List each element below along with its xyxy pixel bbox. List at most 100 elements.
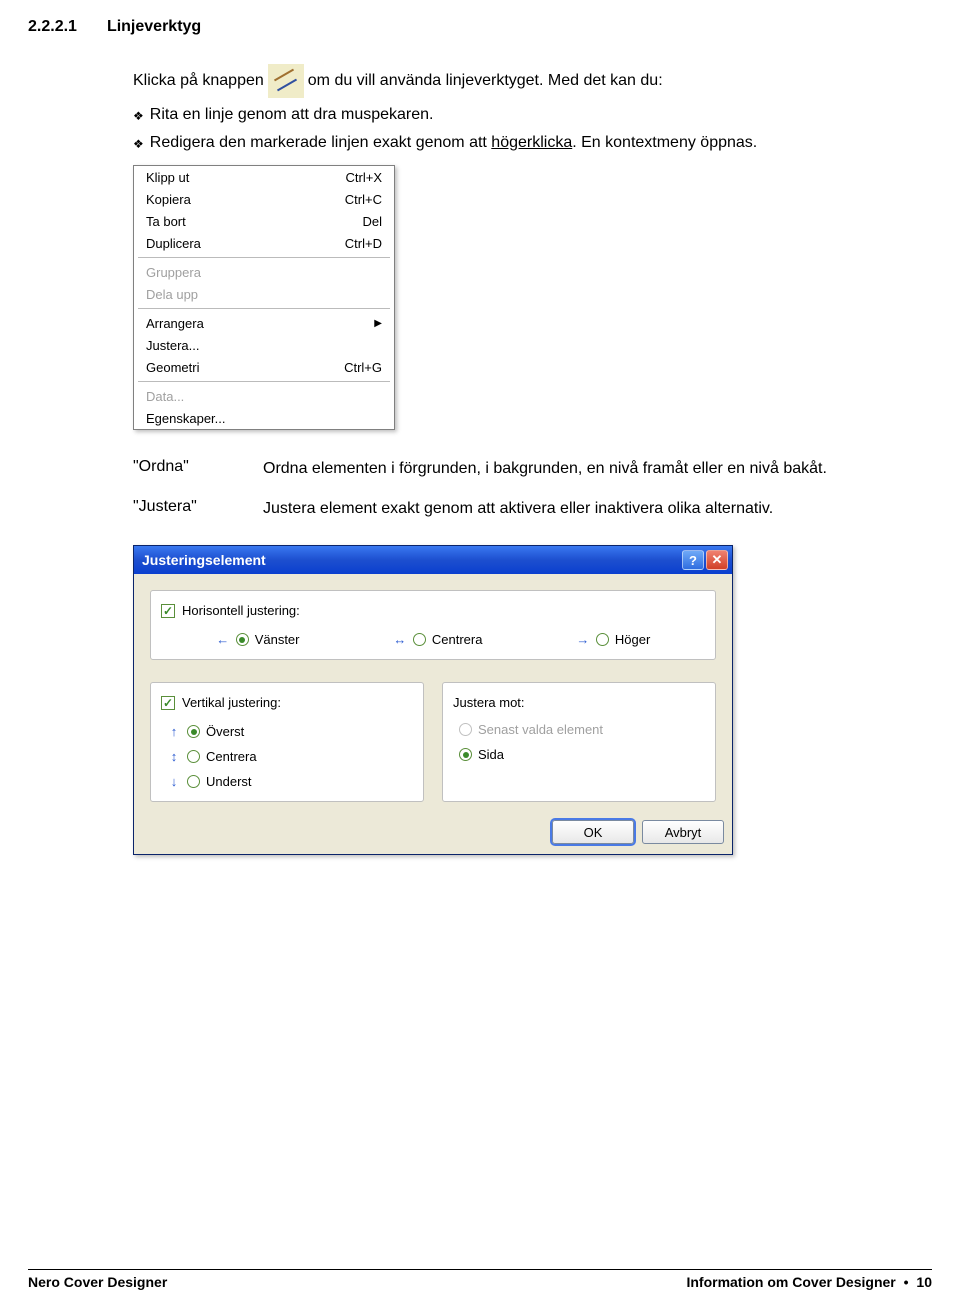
ctx-separator <box>138 381 390 382</box>
ctx-label: Geometri <box>146 360 344 375</box>
arrow-down-icon: ↓ <box>167 774 181 789</box>
bullet-2-after: . En kontextmeny öppnas. <box>572 134 757 151</box>
dialog-title: Justeringselement <box>142 552 680 568</box>
ctx-shortcut: Ctrl+C <box>345 192 382 207</box>
intro-line: Klicka på knappen om du vill använda lin… <box>133 64 897 98</box>
ctx-item-align[interactable]: Justera... <box>134 334 394 356</box>
radio-right-label: Höger <box>615 632 650 647</box>
desc-term-ordna: "Ordna" <box>133 458 263 498</box>
radio-right[interactable]: → Höger <box>576 632 650 647</box>
checkbox-icon <box>161 696 175 710</box>
radio-icon <box>413 633 426 646</box>
ctx-item-ungroup: Dela upp <box>134 283 394 305</box>
radio-left-label: Vänster <box>255 632 300 647</box>
footer-right: Information om Cover Designer • 10 <box>686 1274 932 1290</box>
ctx-separator <box>138 257 390 258</box>
dialog-titlebar: Justeringselement ? ✕ <box>134 546 732 574</box>
bullet-1-text: Rita en linje genom att dra muspekaren. <box>150 104 897 126</box>
radio-left[interactable]: ← Vänster <box>216 632 300 647</box>
group-horizontal: Horisontell justering: ← Vänster ↔ Centr… <box>150 590 716 660</box>
ctx-item-duplicate[interactable]: Duplicera Ctrl+D <box>134 232 394 254</box>
radio-last-label: Senast valda element <box>478 722 603 737</box>
intro-text-after: om du vill använda linjeverktyget. Med d… <box>308 70 663 92</box>
ctx-label: Kopiera <box>146 192 345 207</box>
radio-icon <box>459 748 472 761</box>
ctx-label: Dela upp <box>146 287 382 302</box>
footer-left: Nero Cover Designer <box>28 1274 167 1290</box>
arrows-vertical-icon: ↕ <box>167 749 181 764</box>
context-menu: Klipp ut Ctrl+X Kopiera Ctrl+C Ta bort D… <box>133 165 395 430</box>
group-against: Justera mot: Senast valda element Sida <box>442 682 716 802</box>
ctx-item-geometry[interactable]: Geometri Ctrl+G <box>134 356 394 378</box>
line-tool-icon <box>268 64 304 98</box>
ctx-label: Gruppera <box>146 265 382 280</box>
submenu-arrow-icon: ▶ <box>374 318 382 329</box>
ctx-label: Justera... <box>146 338 382 353</box>
radio-hcenter-label: Centrera <box>432 632 483 647</box>
radio-page[interactable]: Sida <box>459 747 504 762</box>
group-against-label: Justera mot: <box>453 695 705 710</box>
footer-page-number: 10 <box>916 1274 932 1290</box>
bullet-2-before: Redigera den markerade linjen exakt geno… <box>150 134 492 151</box>
ctx-item-data: Data... <box>134 385 394 407</box>
ctx-label: Arrangera <box>146 316 374 331</box>
diamond-icon: ❖ <box>133 136 144 152</box>
dialog-footer: OK Avbryt <box>134 810 732 854</box>
arrow-left-icon: ← <box>216 632 230 647</box>
ctx-label: Klipp ut <box>146 170 346 185</box>
checkbox-vertical[interactable]: Vertikal justering: <box>161 695 413 710</box>
ok-button[interactable]: OK <box>552 820 634 844</box>
radio-icon <box>187 775 200 788</box>
radio-top[interactable]: ↑ Överst <box>167 724 244 739</box>
arrow-right-icon: → <box>576 632 590 647</box>
group-vertical: Vertikal justering: ↑ Överst ↕ <box>150 682 424 802</box>
ctx-separator <box>138 308 390 309</box>
radio-bottom[interactable]: ↓ Underst <box>167 774 252 789</box>
ctx-label: Ta bort <box>146 214 362 229</box>
bullet-1: ❖ Rita en linje genom att dra muspekaren… <box>133 104 897 126</box>
section-heading: 2.2.2.1 Linjeverktyg <box>28 18 932 36</box>
ctx-item-properties[interactable]: Egenskaper... <box>134 407 394 429</box>
radio-top-label: Överst <box>206 724 244 739</box>
radio-vcenter-label: Centrera <box>206 749 257 764</box>
radio-icon <box>596 633 609 646</box>
ctx-item-arrange[interactable]: Arrangera ▶ <box>134 312 394 334</box>
checkbox-icon <box>161 604 175 618</box>
align-dialog: Justeringselement ? ✕ Horisontell juster… <box>133 545 733 855</box>
bullet-dot-icon: • <box>904 1274 909 1290</box>
arrow-up-icon: ↑ <box>167 724 181 739</box>
ctx-item-group: Gruppera <box>134 261 394 283</box>
bullet-2-text: Redigera den markerade linjen exakt geno… <box>150 132 897 154</box>
checkbox-horizontal[interactable]: Horisontell justering: <box>161 603 705 618</box>
radio-hcenter[interactable]: ↔ Centrera <box>393 632 483 647</box>
cancel-button[interactable]: Avbryt <box>642 820 724 844</box>
ctx-shortcut: Ctrl+X <box>346 170 382 185</box>
description-list: "Ordna" Ordna elementen i förgrunden, i … <box>133 458 897 537</box>
close-button[interactable]: ✕ <box>706 550 728 570</box>
desc-def-justera: Justera element exakt genom att aktivera… <box>263 498 897 538</box>
radio-page-label: Sida <box>478 747 504 762</box>
ctx-shortcut: Ctrl+D <box>345 236 382 251</box>
diamond-icon: ❖ <box>133 108 144 124</box>
ctx-item-copy[interactable]: Kopiera Ctrl+C <box>134 188 394 210</box>
desc-def-ordna: Ordna elementen i förgrunden, i bakgrund… <box>263 458 897 498</box>
section-number: 2.2.2.1 <box>28 18 77 36</box>
footer-right-text: Information om Cover Designer <box>686 1274 895 1290</box>
ctx-shortcut: Del <box>362 214 382 229</box>
bullet-2-underlined: högerklicka <box>491 134 572 151</box>
radio-icon <box>187 750 200 763</box>
ctx-item-delete[interactable]: Ta bort Del <box>134 210 394 232</box>
checkbox-horizontal-label: Horisontell justering: <box>182 603 300 618</box>
radio-icon <box>459 723 472 736</box>
radio-last-selected: Senast valda element <box>459 722 603 737</box>
ctx-item-cut[interactable]: Klipp ut Ctrl+X <box>134 166 394 188</box>
desc-term-justera: "Justera" <box>133 498 263 538</box>
arrows-horizontal-icon: ↔ <box>393 632 407 647</box>
ctx-label: Egenskaper... <box>146 411 382 426</box>
page-footer: Nero Cover Designer Information om Cover… <box>28 1269 932 1290</box>
radio-vcenter[interactable]: ↕ Centrera <box>167 749 257 764</box>
ctx-label: Duplicera <box>146 236 345 251</box>
radio-icon <box>187 725 200 738</box>
help-button[interactable]: ? <box>682 550 704 570</box>
radio-bottom-label: Underst <box>206 774 252 789</box>
